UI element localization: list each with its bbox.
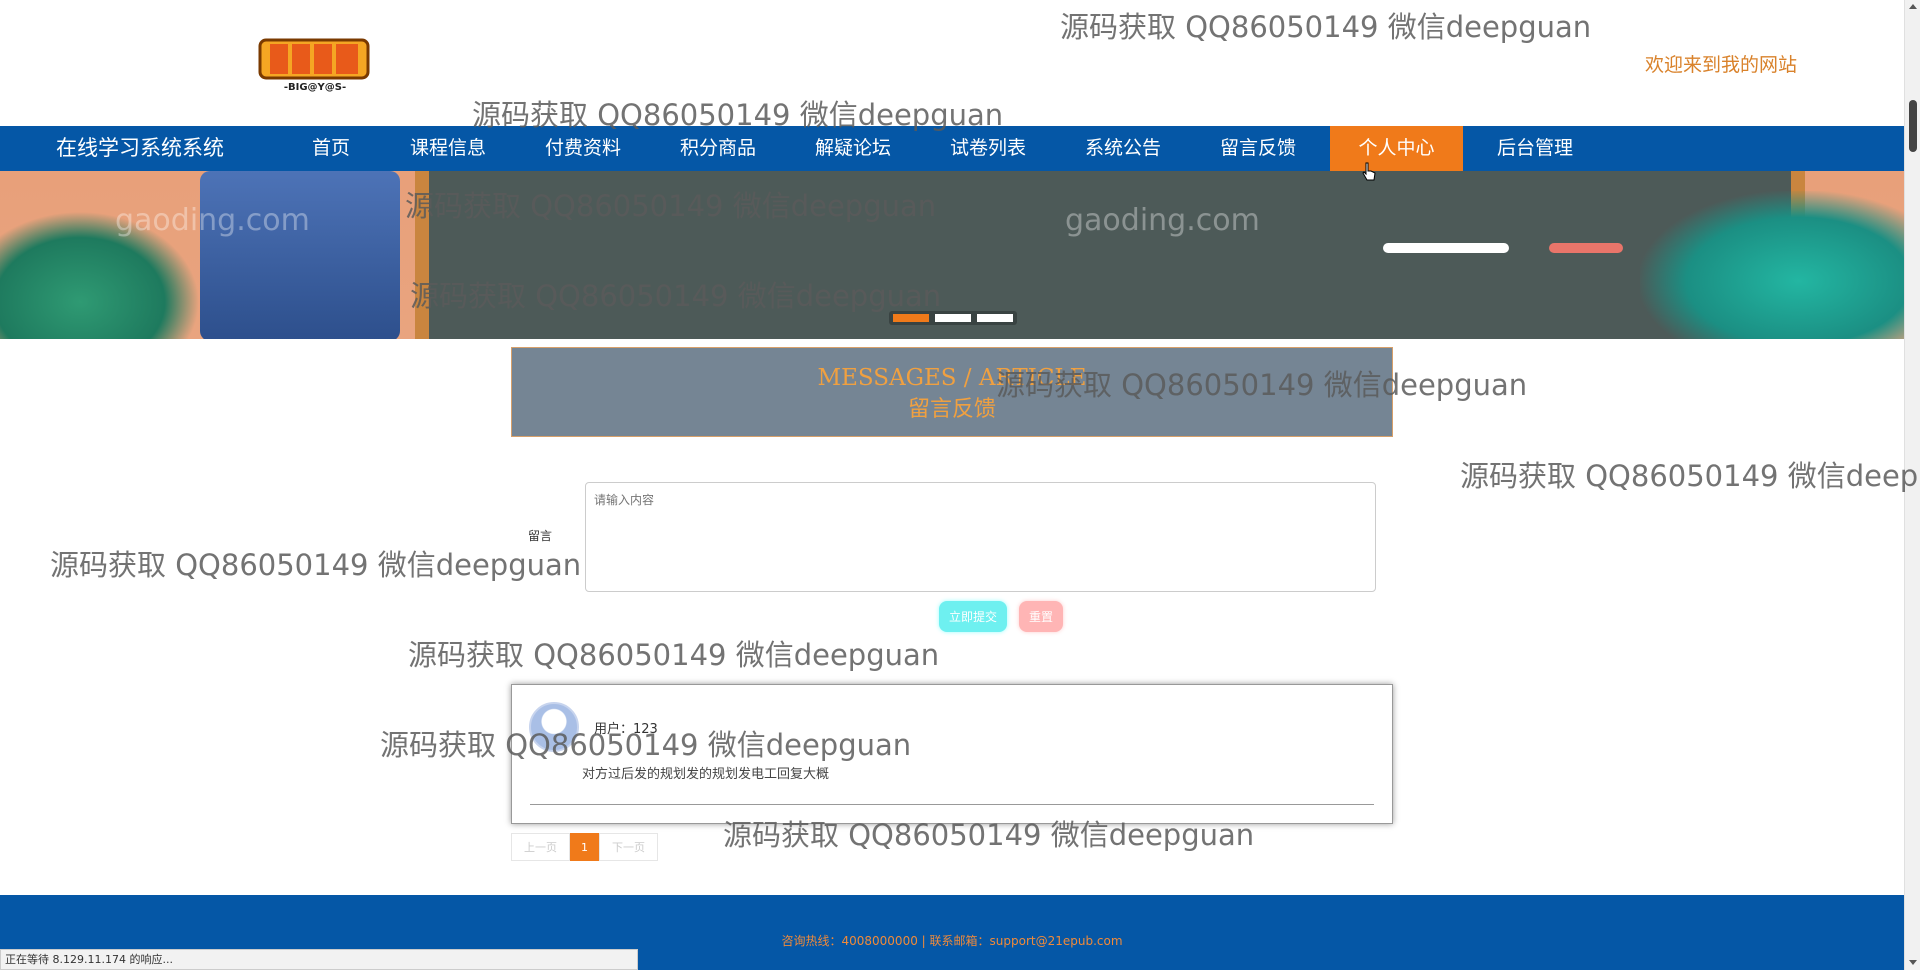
nav-item-points-goods[interactable]: 积分商品 [668, 126, 768, 171]
banner-chalkboard [415, 171, 1805, 339]
main-nav: 在线学习系统系统 首页 课程信息 付费资料 积分商品 解疑论坛 试卷列表 系统公… [0, 126, 1904, 171]
banner-board-line [1549, 243, 1623, 253]
watermark: 源码获取 QQ86050149 微信deep [1460, 459, 1919, 493]
prev-page-button[interactable]: 上一页 [511, 833, 570, 861]
comment-text: 对方过后发的规划发的规划发电工回复大概 [582, 767, 830, 782]
banner-leaves-right [1640, 191, 1904, 339]
welcome-text: 欢迎来到我的网站 [1645, 54, 1798, 76]
nav-item-personal-center[interactable]: 个人中心 [1330, 126, 1463, 171]
message-label: 留言 [528, 529, 553, 543]
nav-item-paid-materials[interactable]: 付费资料 [533, 126, 633, 171]
watermark: 源码获取 QQ86050149 微信deepguan [50, 548, 582, 582]
page: -BIG@Y@S- 欢迎来到我的网站 在线学习系统系统 首页 课程信息 付费资料… [0, 0, 1920, 970]
comment-user: 用户：123 [594, 722, 658, 737]
scroll-up-icon[interactable] [1909, 4, 1917, 9]
footer-contact: 咨询热线：4008000000 | 联系邮箱：support@21epub.co… [781, 934, 1123, 948]
carousel-indicators [889, 311, 1017, 325]
carousel-dot[interactable] [893, 314, 929, 322]
svg-text:-BIG@Y@S-: -BIG@Y@S- [284, 82, 346, 93]
nav-item-exams[interactable]: 试卷列表 [938, 126, 1038, 171]
nav-item-feedback[interactable]: 留言反馈 [1208, 126, 1308, 171]
banner-site-mark: gaoding.com [115, 203, 310, 238]
banner-carousel[interactable]: gaoding.com gaoding.com [0, 171, 1904, 339]
nav-item-courses[interactable]: 课程信息 [398, 126, 498, 171]
message-input[interactable] [585, 482, 1376, 592]
banner-site-mark: gaoding.com [1065, 203, 1260, 238]
messages-title-cn: 留言反馈 [907, 397, 996, 422]
page-scrollbar[interactable] [1904, 0, 1920, 970]
messages-title-box: MESSAGES / ARTICLE 留言反馈 [511, 347, 1393, 437]
nav-item-announcements[interactable]: 系统公告 [1073, 126, 1173, 171]
carousel-dot[interactable] [935, 314, 971, 322]
hand-cursor-icon [1362, 162, 1376, 181]
comment-list: 用户：123 对方过后发的规划发的规划发电工回复大概 [511, 684, 1393, 824]
site-logo[interactable]: -BIG@Y@S- [256, 34, 374, 94]
banner-board-line [1383, 243, 1509, 253]
banner-person-illustration [200, 171, 400, 339]
pagination: 上一页 1 下一页 [511, 833, 658, 861]
submit-button[interactable]: 立即提交 [939, 601, 1007, 632]
nav-brand[interactable]: 在线学习系统系统 [56, 126, 224, 171]
reset-button[interactable]: 重置 [1019, 601, 1063, 632]
comment-divider [530, 804, 1374, 805]
next-page-button[interactable]: 下一页 [599, 833, 658, 861]
nav-item-admin[interactable]: 后台管理 [1485, 126, 1585, 171]
carousel-dot[interactable] [977, 314, 1013, 322]
browser-status-bar: 正在等待 8.129.11.174 的响应... [0, 949, 638, 970]
nav-item-forum[interactable]: 解疑论坛 [803, 126, 903, 171]
current-page-button[interactable]: 1 [570, 833, 599, 861]
watermark: 源码获取 QQ86050149 微信deepguan [408, 638, 940, 672]
nav-item-home[interactable]: 首页 [300, 126, 362, 171]
scroll-down-icon[interactable] [1909, 960, 1917, 965]
site-header: -BIG@Y@S- 欢迎来到我的网站 [0, 0, 1904, 126]
messages-title-en: MESSAGES / ARTICLE [817, 365, 1087, 391]
avatar [529, 702, 579, 752]
scroll-thumb[interactable] [1909, 100, 1917, 152]
